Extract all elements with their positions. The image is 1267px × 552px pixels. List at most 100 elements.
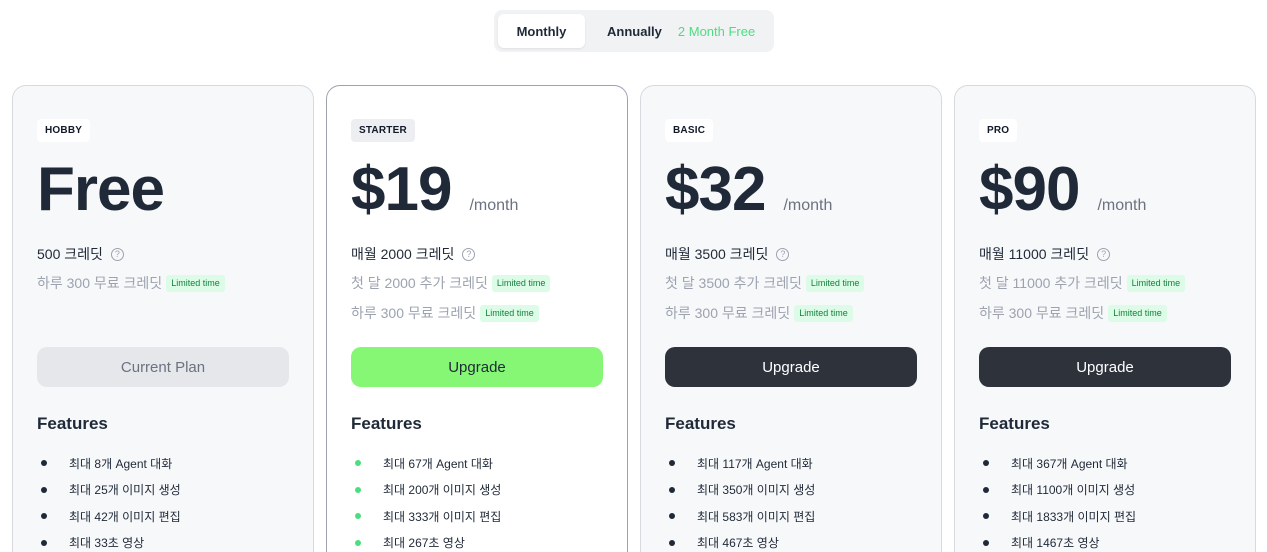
monthly-credits-text: 500 크레딧 [37, 246, 103, 262]
feature-text: 최대 8개 Agent 대화 [69, 456, 173, 471]
daily-credits-text: 하루 300 무료 크레딧 [351, 305, 477, 321]
features-list: 최대 117개 Agent 대화 최대 350개 이미지 생성 최대 583개 … [669, 450, 815, 552]
bullet-dot-icon [669, 486, 675, 493]
feature-text: 최대 1833개 이미지 편집 [1011, 509, 1137, 524]
bullet-dot-icon [355, 460, 361, 467]
feature-text: 최대 200개 이미지 생성 [383, 483, 502, 498]
bonus-credits-text: 첫 달 11000 추가 크레딧 [979, 275, 1123, 291]
bullet-dot-icon [983, 486, 989, 493]
daily-credits-text: 하루 300 무료 크레딧 [37, 275, 163, 291]
daily-free-credits: 하루 300 무료 크레딧 Limited time [37, 273, 225, 293]
feature-text: 최대 1467초 영상 [1011, 536, 1100, 551]
features-list: 최대 367개 Agent 대화 최대 1100개 이미지 생성 최대 1833… [983, 450, 1136, 552]
help-icon[interactable]: ? [462, 247, 476, 261]
feature-text: 최대 117개 Agent 대화 [697, 456, 813, 471]
plan-card-pro: PRO $90 /month 매월 11000 크레딧 ? 첫 달 11000 … [954, 85, 1256, 552]
limited-time-badge: Limited time [480, 304, 539, 322]
feature-text: 최대 467초 영상 [697, 536, 779, 551]
annually-toggle-button[interactable]: Annually 2 Month Free [585, 14, 755, 48]
feature-text: 최대 25개 이미지 생성 [69, 483, 181, 498]
price-period: /month [1097, 197, 1147, 214]
feature-item: 최대 350개 이미지 생성 [669, 477, 815, 504]
feature-item: 최대 1833개 이미지 편집 [983, 503, 1136, 530]
help-icon[interactable]: ? [110, 247, 124, 261]
monthly-credits: 매월 2000 크레딧 ? [351, 244, 476, 264]
limited-time-badge: Limited time [166, 274, 225, 292]
monthly-toggle-button[interactable]: Monthly [498, 14, 585, 48]
plan-card-starter: STARTER $19 /month 매월 2000 크레딧 ? 첫 달 200… [326, 85, 628, 552]
feature-text: 최대 33초 영상 [69, 536, 145, 551]
plan-tag: BASIC [665, 119, 714, 142]
bullet-dot-icon [669, 513, 675, 520]
monthly-credits-text: 매월 3500 크레딧 [665, 246, 769, 262]
feature-text: 최대 350개 이미지 생성 [697, 483, 816, 498]
limited-time-badge: Limited time [794, 304, 853, 322]
upgrade-button[interactable]: Upgrade [351, 347, 603, 387]
features-heading: Features [351, 414, 422, 433]
price-row: $19 /month [351, 156, 518, 224]
limited-time-badge: Limited time [1108, 304, 1167, 322]
feature-text: 최대 367개 Agent 대화 [1011, 456, 1128, 471]
feature-item: 최대 33초 영상 [41, 530, 181, 552]
feature-item: 최대 333개 이미지 편집 [355, 503, 501, 530]
feature-item: 최대 467초 영상 [669, 530, 815, 552]
annually-label: Annually [607, 23, 662, 39]
upgrade-button[interactable]: Upgrade [665, 347, 917, 387]
price-row: Free [37, 155, 165, 224]
daily-credits-text: 하루 300 무료 크레딧 [979, 305, 1105, 321]
plan-price: $90 [979, 155, 1080, 224]
plan-tag: HOBBY [37, 119, 91, 142]
bullet-dot-icon [41, 460, 47, 467]
monthly-credits-text: 매월 2000 크레딧 [351, 246, 455, 262]
daily-free-credits: 하루 300 무료 크레딧 Limited time [351, 303, 539, 323]
feature-item: 최대 1100개 이미지 생성 [983, 477, 1136, 504]
feature-text: 최대 267초 영상 [383, 536, 465, 551]
plan-card-basic: BASIC $32 /month 매월 3500 크레딧 ? 첫 달 3500 … [640, 85, 942, 552]
feature-item: 최대 583개 이미지 편집 [669, 503, 815, 530]
help-icon[interactable]: ? [776, 247, 790, 261]
feature-item: 최대 367개 Agent 대화 [983, 450, 1136, 477]
price-row: $90 /month [979, 156, 1146, 224]
feature-text: 최대 67개 Agent 대화 [383, 456, 493, 471]
bullet-dot-icon [355, 486, 361, 493]
features-list: 최대 67개 Agent 대화 최대 200개 이미지 생성 최대 333개 이… [355, 450, 501, 552]
bonus-credits-text: 첫 달 3500 추가 크레딧 [665, 275, 802, 291]
annual-promo-label: 2 Month Free [677, 23, 756, 39]
help-icon[interactable]: ? [1097, 247, 1111, 261]
bullet-dot-icon [41, 486, 47, 493]
feature-item: 최대 25개 이미지 생성 [41, 477, 181, 504]
daily-free-credits: 하루 300 무료 크레딧 Limited time [665, 303, 853, 323]
upgrade-button[interactable]: Upgrade [979, 347, 1231, 387]
plan-tag: PRO [979, 119, 1018, 142]
feature-item: 최대 42개 이미지 편집 [41, 503, 181, 530]
feature-text: 최대 333개 이미지 편집 [383, 509, 502, 524]
monthly-credits: 매월 11000 크레딧 ? [979, 244, 1111, 264]
monthly-credits: 매월 3500 크레딧 ? [665, 244, 790, 264]
feature-item: 최대 117개 Agent 대화 [669, 450, 815, 477]
limited-time-badge: Limited time [805, 274, 865, 292]
first-month-bonus-credits: 첫 달 11000 추가 크레딧 Limited time [979, 273, 1186, 293]
feature-item: 최대 8개 Agent 대화 [41, 450, 181, 477]
feature-item: 최대 67개 Agent 대화 [355, 450, 501, 477]
monthly-credits-text: 매월 11000 크레딧 [979, 246, 1090, 262]
features-heading: Features [37, 414, 108, 433]
limited-time-badge: Limited time [491, 274, 551, 292]
bullet-dot-icon [355, 513, 361, 520]
feature-item: 최대 200개 이미지 생성 [355, 477, 501, 504]
daily-free-credits: 하루 300 무료 크레딧 Limited time [979, 303, 1167, 323]
bullet-dot-icon [355, 539, 361, 546]
features-list: 최대 8개 Agent 대화 최대 25개 이미지 생성 최대 42개 이미지 … [41, 450, 181, 552]
bullet-dot-icon [669, 539, 675, 546]
current-plan-button[interactable]: Current Plan [37, 347, 289, 387]
feature-item: 최대 267초 영상 [355, 530, 501, 552]
first-month-bonus-credits: 첫 달 3500 추가 크레딧 Limited time [665, 273, 865, 293]
plan-price: $32 [665, 155, 766, 224]
bullet-dot-icon [983, 539, 989, 546]
bullet-dot-icon [983, 460, 989, 467]
plan-tag: STARTER [351, 119, 415, 142]
plan-card-hobby: HOBBY Free 500 크레딧 ? 하루 300 무료 크레딧 Limit… [12, 85, 314, 552]
billing-period-toggle: Monthly Annually 2 Month Free [494, 10, 774, 52]
feature-text: 최대 42개 이미지 편집 [69, 509, 181, 524]
monthly-credits: 500 크레딧 ? [37, 244, 124, 264]
plan-price: Free [37, 155, 165, 224]
